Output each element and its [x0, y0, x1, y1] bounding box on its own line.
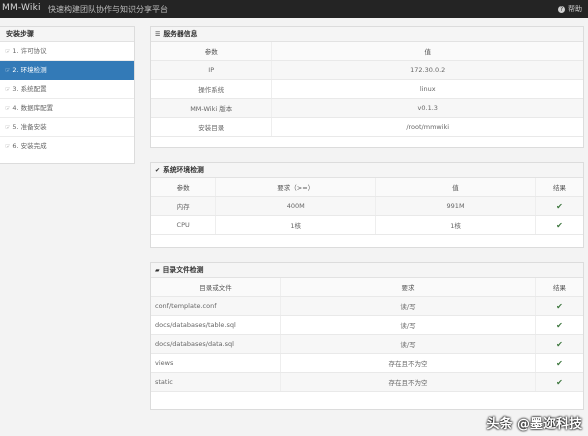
list-icon: ☰	[155, 31, 161, 38]
table-row: docs/databases/table.sql 读/写 ✔	[151, 315, 583, 335]
check-icon: ✔	[556, 220, 563, 230]
table-row: MM-Wiki 版本 v0.1.3	[151, 98, 583, 118]
step-prepare-install[interactable]: ☞ 5. 准备安装	[0, 118, 134, 137]
hand-right-icon: ☞	[5, 124, 11, 131]
table-row: 安装目录 /root/mmwiki	[151, 117, 583, 137]
help-link[interactable]: ? 帮助	[558, 4, 582, 14]
table-row: static 存在且不为空 ✔	[151, 372, 583, 392]
table-row: CPU 1核 1核 ✔	[151, 215, 583, 235]
table-row: IP 172.30.0.2	[151, 60, 583, 80]
hand-right-icon: ☞	[5, 48, 11, 55]
server-info-panel: ☰ 服务器信息 参数 值 IP 172.30.0.2 操作系统 linux MM-…	[150, 26, 584, 148]
check-icon: ✔	[556, 377, 563, 387]
check-circle-icon: ✔	[155, 167, 161, 174]
hand-right-icon: ☞	[5, 67, 11, 74]
check-icon: ✔	[556, 358, 563, 368]
dir-check-title: ▰ 目录文件检测	[151, 263, 583, 278]
step-license[interactable]: ☞ 1. 许可协议	[0, 42, 134, 61]
table-row: 操作系统 linux	[151, 79, 583, 99]
dir-check-panel: ▰ 目录文件检测 目录或文件 要求 结果 conf/template.conf 读…	[150, 262, 584, 410]
table-row: views 存在且不为空 ✔	[151, 353, 583, 373]
brand-logo[interactable]: MM-Wiki	[2, 3, 41, 13]
step-install-complete[interactable]: ☞ 6. 安装完成	[0, 137, 134, 155]
brand-subtitle: 快速构建团队协作与知识分享平台	[48, 5, 168, 14]
check-icon: ✔	[556, 201, 563, 211]
env-check-title: ✔ 系统环境检测	[151, 163, 583, 178]
step-env-check[interactable]: ☞ 2. 环境检测	[0, 61, 134, 80]
table-row: docs/databases/data.sql 读/写 ✔	[151, 334, 583, 354]
hand-right-icon: ☞	[5, 143, 11, 150]
check-icon: ✔	[556, 339, 563, 349]
check-icon: ✔	[556, 301, 563, 311]
table-row: 内存 400M 991M ✔	[151, 196, 583, 216]
server-info-title: ☰ 服务器信息	[151, 27, 583, 42]
step-database-config[interactable]: ☞ 4. 数据库配置	[0, 99, 134, 118]
env-check-panel: ✔ 系统环境检测 参数 要求（>=） 值 结果 内存 400M 991M ✔ CP…	[150, 162, 584, 248]
sidebar-title: 安装步骤	[0, 27, 134, 42]
env-check-table: 参数 要求（>=） 值 结果 内存 400M 991M ✔ CPU 1核 1核 …	[151, 178, 583, 235]
server-info-table: 参数 值 IP 172.30.0.2 操作系统 linux MM-Wiki 版本…	[151, 42, 583, 137]
question-icon: ?	[558, 5, 565, 13]
install-steps-sidebar: 安装步骤 ☞ 1. 许可协议 ☞ 2. 环境检测 ☞ 3. 系统配置 ☞ 4. 数据库配…	[0, 26, 135, 164]
check-icon: ✔	[556, 320, 563, 330]
table-header-row: 目录或文件 要求 结果	[151, 278, 583, 297]
top-navbar: MM-Wiki 快速构建团队协作与知识分享平台 ? 帮助	[0, 0, 588, 18]
hand-right-icon: ☞	[5, 105, 11, 112]
table-row: conf/template.conf 读/写 ✔	[151, 296, 583, 316]
help-label: 帮助	[568, 5, 582, 13]
folder-open-icon: ▰	[155, 267, 160, 274]
watermark: 头条 @墨迩科技	[486, 417, 582, 432]
table-header-row: 参数 值	[151, 42, 583, 61]
hand-right-icon: ☞	[5, 86, 11, 93]
dir-check-table: 目录或文件 要求 结果 conf/template.conf 读/写 ✔ doc…	[151, 278, 583, 392]
step-system-config[interactable]: ☞ 3. 系统配置	[0, 80, 134, 99]
table-header-row: 参数 要求（>=） 值 结果	[151, 178, 583, 197]
